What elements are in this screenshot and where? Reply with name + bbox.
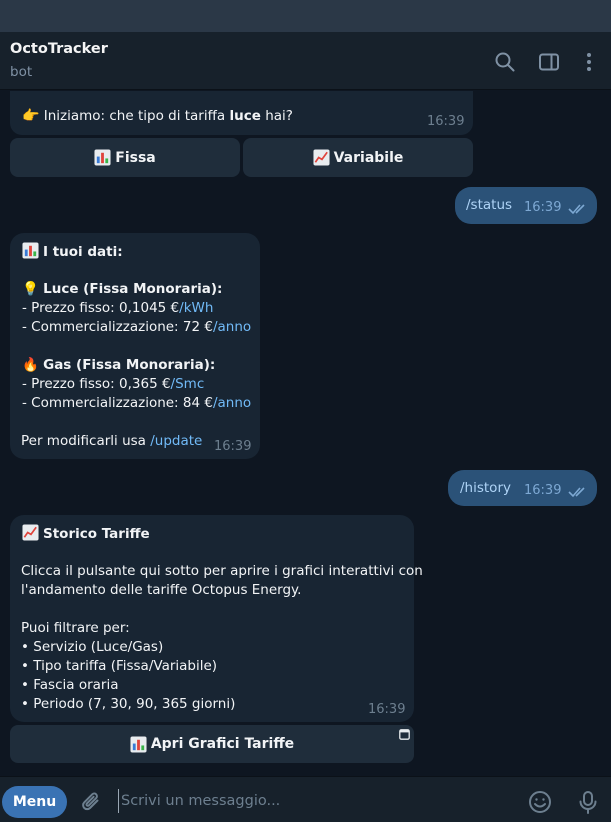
message-text: l'andamento delle tariffe Octopus Energy… bbox=[21, 582, 302, 598]
gas-commercialization: - Commercializzazione: 84 € bbox=[22, 395, 213, 411]
inline-button-label: Apri Grafici Tariffe bbox=[150, 736, 295, 752]
sidebar-toggle-icon[interactable] bbox=[537, 50, 561, 74]
bar-chart-emoji bbox=[22, 242, 39, 259]
attach-icon[interactable] bbox=[79, 789, 105, 815]
bar-chart-emoji bbox=[94, 149, 111, 166]
message-text: Clicca il pulsante qui sotto per aprire … bbox=[21, 563, 423, 579]
unit-link[interactable]: /anno bbox=[213, 319, 251, 335]
trend-chart-emoji bbox=[313, 149, 330, 166]
message-text: hai? bbox=[265, 108, 293, 124]
message-time: 16:39 bbox=[214, 439, 252, 454]
unit-link[interactable]: /Smc bbox=[171, 376, 205, 392]
microphone-icon[interactable] bbox=[575, 789, 601, 815]
read-checks-icon bbox=[568, 487, 585, 498]
unit-link[interactable]: /anno bbox=[213, 395, 251, 411]
bar-chart-emoji bbox=[130, 735, 147, 753]
chat-title[interactable]: OctoTracker bbox=[10, 41, 108, 57]
message-bubble-incoming: Storico Tariffe Clicca il pulsante qui s… bbox=[10, 515, 423, 722]
message-text: Iniziamo: che tipo di tariffa bbox=[43, 108, 226, 124]
bulb-emoji: 💡 bbox=[22, 281, 39, 297]
message-bubble-incoming: 👉 Iniziamo: che tipo di tariffa luce hai… bbox=[10, 91, 473, 135]
inline-button-label: Variabile bbox=[333, 149, 404, 166]
footer-text: Per modificarli usa bbox=[21, 433, 146, 449]
luce-title: Luce (Fissa Monoraria): bbox=[43, 281, 223, 297]
message-list[interactable]: 👉 Iniziamo: che tipo di tariffa luce hai… bbox=[0, 91, 611, 776]
menu-button[interactable]: Menu bbox=[2, 786, 67, 818]
message-heading: Storico Tariffe bbox=[43, 526, 150, 542]
inline-button-variabile[interactable]: Variabile bbox=[243, 138, 473, 177]
pointing-hand-emoji: 👉 bbox=[22, 108, 40, 124]
message-time: 16:39 bbox=[524, 200, 562, 215]
unit-link[interactable]: /kWh bbox=[179, 300, 213, 316]
inline-button-label: Fissa bbox=[115, 149, 156, 166]
gas-title: Gas (Fissa Monoraria): bbox=[43, 357, 216, 373]
message-composer: Menu bbox=[0, 776, 611, 822]
chat-header[interactable]: OctoTracker bot bbox=[0, 32, 611, 90]
open-app-icon bbox=[399, 729, 410, 740]
fire-emoji: 🔥 bbox=[22, 357, 39, 373]
message-heading: I tuoi dati: bbox=[43, 244, 123, 260]
message-bubble-outgoing: /status 16:39 bbox=[455, 187, 597, 224]
message-time: 16:39 bbox=[427, 114, 465, 129]
filter-item: • Periodo (7, 30, 90, 365 giorni) bbox=[21, 696, 236, 712]
message-bubble-outgoing: /history 16:39 bbox=[448, 470, 597, 506]
message-text-bold: luce bbox=[229, 108, 261, 124]
command-link[interactable]: /history bbox=[460, 479, 511, 498]
search-icon[interactable] bbox=[493, 50, 517, 74]
luce-price: - Prezzo fisso: 0,1045 € bbox=[22, 300, 180, 316]
gas-price: - Prezzo fisso: 0,365 € bbox=[22, 376, 171, 392]
message-input[interactable] bbox=[118, 789, 498, 813]
more-vertical-icon[interactable] bbox=[577, 50, 601, 74]
message-time: 16:39 bbox=[368, 702, 406, 717]
emoji-icon[interactable] bbox=[527, 789, 553, 815]
inline-button-open-charts[interactable]: Apri Grafici Tariffe bbox=[10, 725, 414, 763]
command-link[interactable]: /update bbox=[150, 433, 202, 449]
inline-button-fissa[interactable]: Fissa bbox=[10, 138, 240, 177]
filter-item: • Servizio (Luce/Gas) bbox=[21, 639, 164, 655]
read-checks-icon bbox=[568, 204, 585, 215]
window-top-strip bbox=[0, 0, 611, 32]
message-time: 16:39 bbox=[524, 483, 562, 498]
message-bubble-incoming: I tuoi dati: 💡 Luce (Fissa Monoraria): -… bbox=[10, 233, 260, 459]
filter-title: Puoi filtrare per: bbox=[21, 620, 130, 636]
luce-commercialization: - Commercializzazione: 72 € bbox=[22, 319, 213, 335]
chat-subtitle: bot bbox=[10, 64, 33, 80]
filter-item: • Tipo tariffa (Fissa/Variabile) bbox=[21, 658, 218, 674]
trend-chart-emoji bbox=[22, 524, 39, 541]
command-link[interactable]: /status bbox=[466, 196, 512, 215]
filter-item: • Fascia oraria bbox=[21, 677, 119, 693]
